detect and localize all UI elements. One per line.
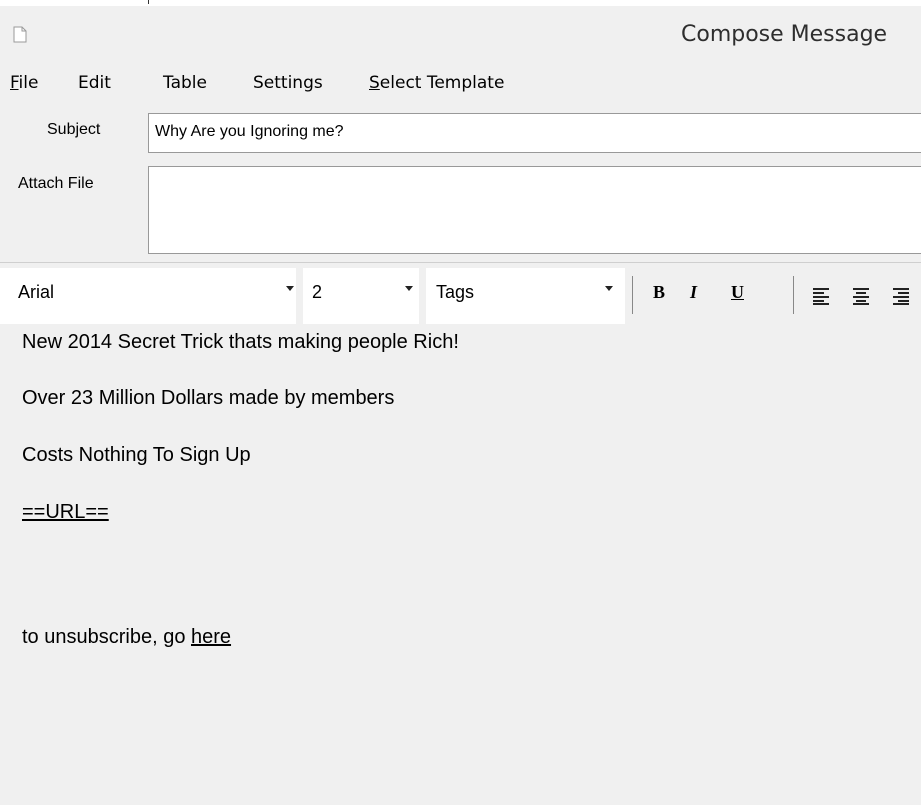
bold-button[interactable]: B bbox=[653, 282, 665, 303]
body-line: New 2014 Secret Trick thats making peopl… bbox=[22, 331, 459, 353]
font-select[interactable]: Arial bbox=[0, 268, 296, 324]
toolbar-separator-line bbox=[0, 262, 921, 263]
size-select[interactable]: 2 bbox=[303, 268, 419, 324]
size-select-value: 2 bbox=[312, 282, 323, 302]
menu-select-template[interactable]: Select Template bbox=[369, 73, 504, 93]
toolbar-divider bbox=[793, 276, 794, 314]
subject-input[interactable] bbox=[155, 123, 915, 141]
menu-file[interactable]: File bbox=[10, 73, 38, 93]
tags-select-value: Tags bbox=[436, 282, 475, 302]
menu-file-mnemonic: F bbox=[10, 73, 19, 93]
menu-settings-label: Settings bbox=[253, 73, 323, 93]
menu-edit-label: Edit bbox=[78, 73, 111, 93]
italic-button[interactable]: I bbox=[690, 282, 697, 303]
format-toolbar: Arial 2 Tags B I U bbox=[0, 268, 921, 324]
menu-settings[interactable]: Settings bbox=[253, 73, 323, 93]
message-body-editor[interactable]: New 2014 Secret Trick thats making peopl… bbox=[0, 330, 921, 805]
title-bar: Compose Message bbox=[0, 6, 921, 58]
align-right-icon[interactable] bbox=[892, 287, 910, 305]
menu-select-template-label: elect Template bbox=[379, 73, 505, 93]
chevron-down-icon bbox=[405, 286, 413, 291]
align-center-icon[interactable] bbox=[852, 287, 870, 305]
menu-edit[interactable]: Edit bbox=[78, 73, 111, 93]
unsubscribe-text: to unsubscribe, go bbox=[22, 626, 191, 648]
attach-file-field[interactable] bbox=[148, 166, 921, 254]
menu-file-label: ile bbox=[18, 73, 39, 93]
chevron-down-icon bbox=[286, 286, 294, 291]
unsubscribe-link[interactable]: here bbox=[191, 626, 231, 648]
toolbar-divider bbox=[632, 276, 633, 314]
underline-button[interactable]: U bbox=[731, 282, 744, 303]
menu-bar: File Edit Table Settings Select Template bbox=[0, 64, 921, 100]
subject-label: Subject bbox=[47, 121, 101, 138]
tags-select[interactable]: Tags bbox=[426, 268, 625, 324]
body-line: Over 23 Million Dollars made by members bbox=[22, 387, 395, 409]
url-placeholder-link[interactable]: ==URL== bbox=[22, 501, 109, 523]
font-select-value: Arial bbox=[18, 282, 55, 302]
top-edge-mark bbox=[148, 0, 149, 4]
menu-table-label: Table bbox=[163, 73, 207, 93]
url-placeholder-line: ==URL== bbox=[22, 501, 109, 524]
subject-field[interactable] bbox=[148, 113, 921, 153]
unsubscribe-line: to unsubscribe, go here bbox=[22, 626, 231, 649]
menu-select-template-mnemonic: S bbox=[369, 73, 380, 93]
attach-file-label: Attach File bbox=[18, 175, 94, 192]
align-left-icon[interactable] bbox=[812, 287, 830, 305]
chevron-down-icon bbox=[605, 286, 613, 291]
window-title: Compose Message bbox=[681, 22, 888, 47]
body-line: Costs Nothing To Sign Up bbox=[22, 444, 251, 466]
document-icon bbox=[13, 26, 27, 43]
menu-table[interactable]: Table bbox=[163, 73, 207, 93]
